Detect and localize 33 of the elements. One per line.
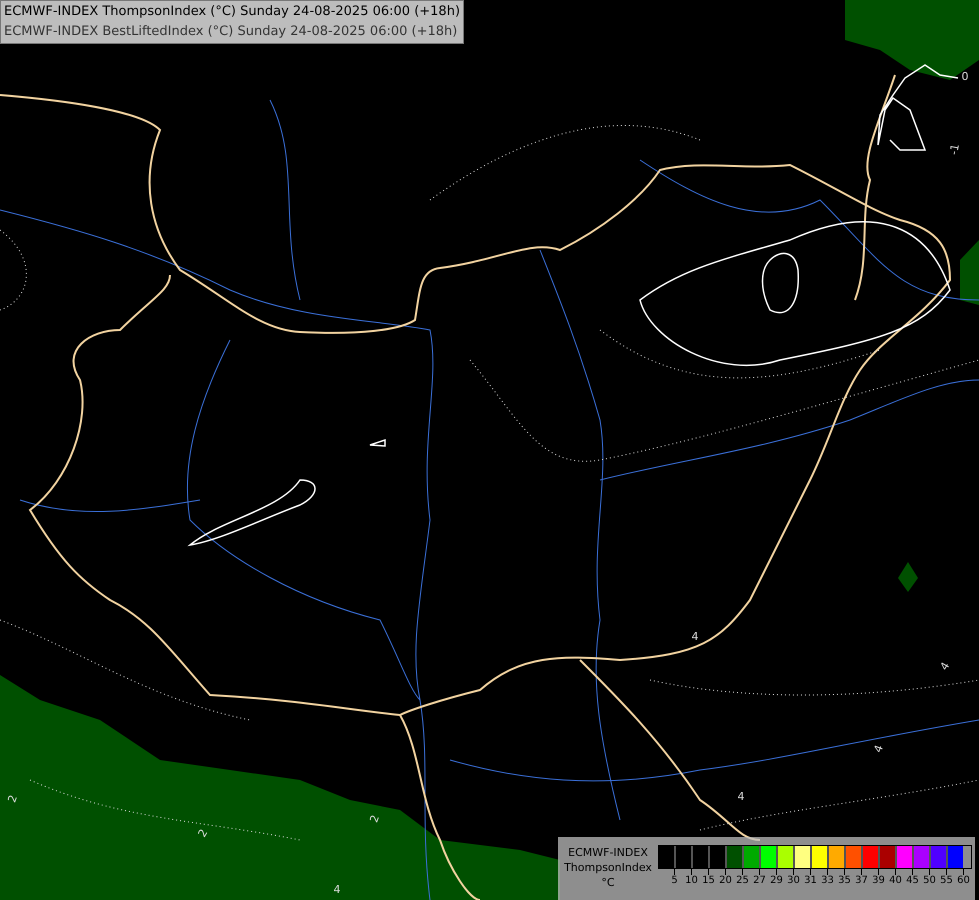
- contour-label: 2: [367, 813, 382, 824]
- tick-label: 45: [906, 875, 919, 886]
- legend-title: °C: [601, 875, 615, 890]
- contour-label: -1: [947, 142, 962, 156]
- contour-label: 4: [738, 790, 744, 803]
- tick-label: 39: [872, 875, 885, 886]
- contour-label: 2: [5, 793, 20, 804]
- tick-label: 27: [753, 875, 766, 886]
- tick-label: 29: [770, 875, 783, 886]
- contour-label: 2: [196, 826, 210, 840]
- legend-title: ThompsonIndex: [564, 860, 652, 875]
- map-title: ECMWF-INDEX ThompsonIndex (°C) Sunday 24-08-2025 06:00 (+18h): [4, 3, 460, 21]
- tick-label: 5: [671, 875, 678, 886]
- tick-label: 10: [685, 875, 698, 886]
- tick-label: 25: [736, 875, 749, 886]
- map-title: ECMWF-INDEX BestLiftedIndex (°C) Sunday 24-08-2025 06:00 (+18h): [4, 23, 458, 41]
- contour-label: 0: [962, 70, 968, 83]
- tick-label: 35: [838, 875, 851, 886]
- tick-label: 30: [787, 875, 800, 886]
- contour-label: 4: [871, 743, 886, 754]
- tick-label: 40: [889, 875, 902, 886]
- tick-label: 33: [821, 875, 834, 886]
- tick-label: 15: [702, 875, 715, 886]
- contour-label: 4: [938, 660, 952, 673]
- tick-label: 55: [940, 875, 953, 886]
- tick-label: 20: [719, 875, 732, 886]
- tick-label: 50: [923, 875, 936, 886]
- tick-label: 31: [804, 875, 817, 886]
- tick-label: 60: [957, 875, 970, 886]
- legend-title: ECMWF-INDEX: [568, 845, 648, 860]
- contour-label: 4: [334, 883, 340, 896]
- tick-label: 37: [855, 875, 868, 886]
- contour-label: 4: [692, 630, 698, 643]
